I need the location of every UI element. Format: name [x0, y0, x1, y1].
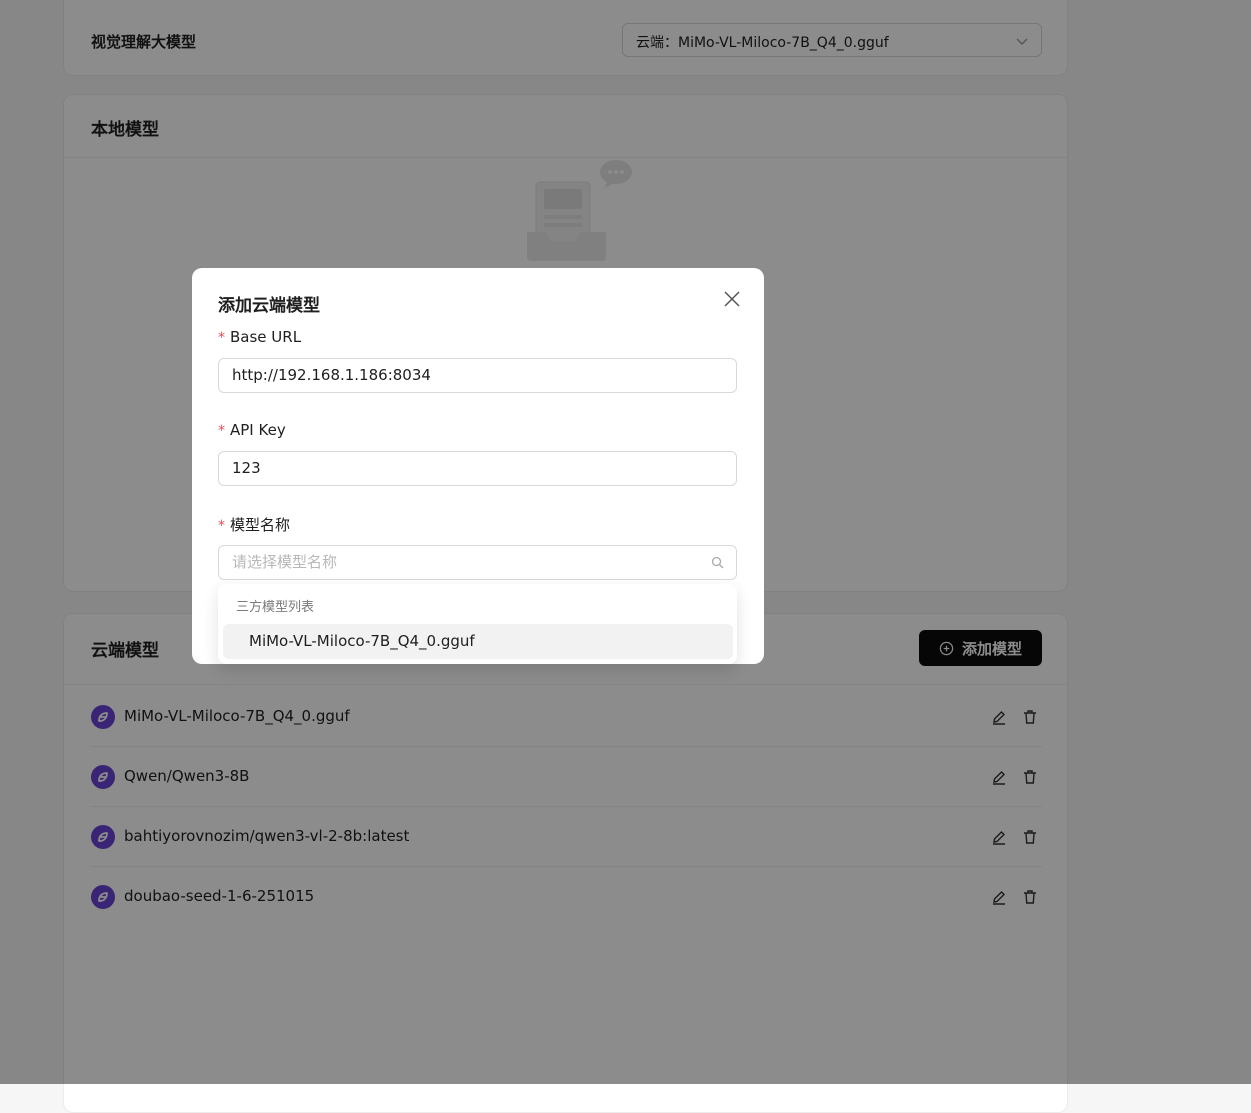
model-name-label: * 模型名称 — [218, 514, 290, 535]
base-url-label: * Base URL — [218, 328, 301, 346]
model-name-select[interactable]: 请选择模型名称 — [218, 545, 737, 580]
model-name-dropdown: 三方模型列表 MiMo-VL-Miloco-7B_Q4_0.gguf — [218, 584, 737, 664]
dropdown-group-label: 三方模型列表 — [236, 600, 315, 615]
model-name-placeholder: 请选择模型名称 — [232, 553, 338, 571]
dialog-title: 添加云端模型 — [218, 296, 320, 316]
api-key-label: * API Key — [218, 421, 286, 439]
required-mark: * — [218, 518, 225, 534]
model-name-label-text: 模型名称 — [230, 516, 291, 534]
required-mark: * — [218, 330, 225, 346]
base-url-label-text: Base URL — [230, 328, 302, 346]
base-url-input[interactable]: http://192.168.1.186:8034 — [218, 358, 737, 393]
dropdown-option[interactable]: MiMo-VL-Miloco-7B_Q4_0.gguf — [223, 624, 733, 659]
api-key-label-text: API Key — [230, 421, 286, 439]
required-mark: * — [218, 423, 225, 439]
api-key-input[interactable]: 123 — [218, 451, 737, 486]
close-icon[interactable] — [723, 290, 741, 308]
search-icon — [711, 556, 724, 569]
